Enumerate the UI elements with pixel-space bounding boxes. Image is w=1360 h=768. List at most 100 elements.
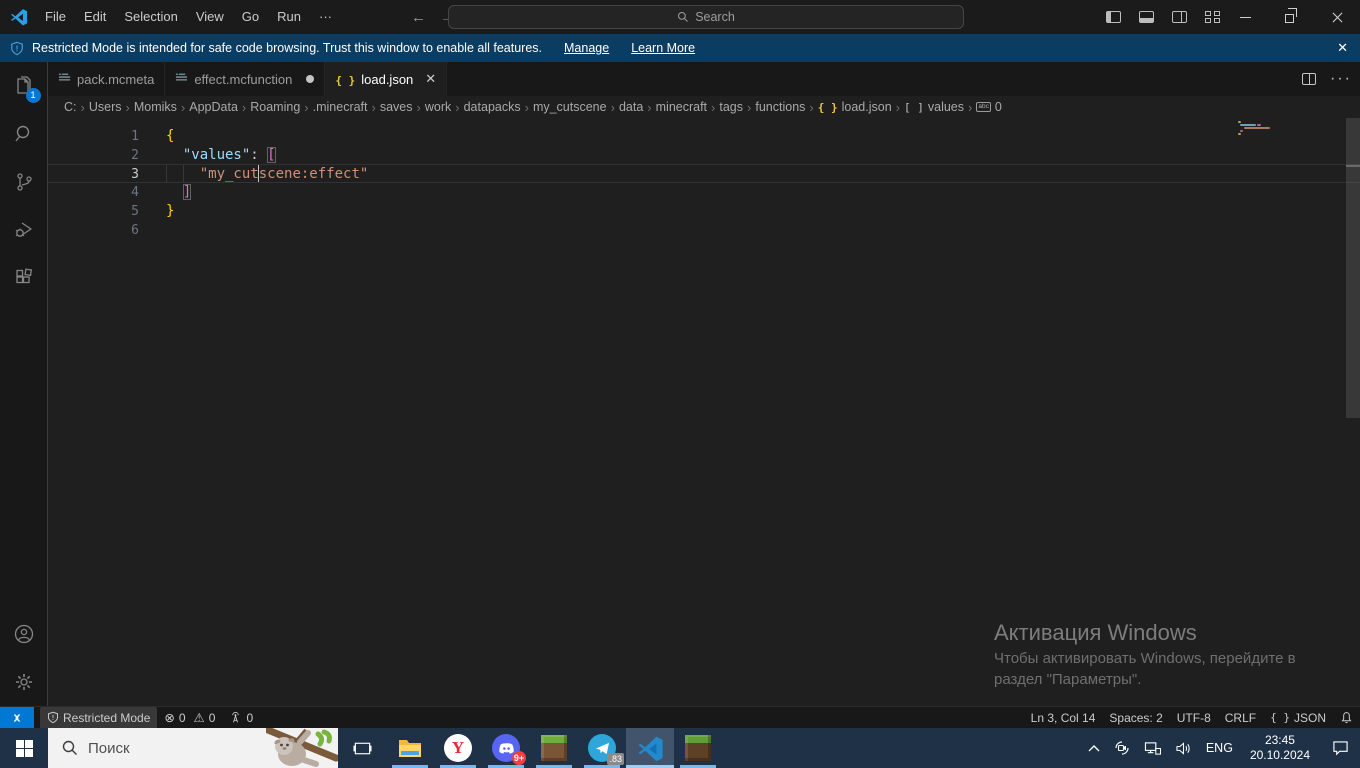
menu-selection[interactable]: Selection (115, 0, 186, 34)
sidebar-item-search[interactable] (0, 110, 48, 158)
tab-close-icon[interactable]: ✕ (425, 71, 436, 87)
menu-view[interactable]: View (187, 0, 233, 34)
settings-button[interactable] (0, 658, 48, 706)
eol-status[interactable]: CRLF (1218, 707, 1263, 729)
editor-more-actions-icon[interactable]: ··· (1330, 70, 1352, 88)
back-arrow-icon[interactable]: ← (411, 9, 426, 26)
taskbar-app-minecraft-2[interactable] (674, 728, 722, 768)
ports-status[interactable]: 0 (222, 707, 260, 729)
encoding-status[interactable]: UTF-8 (1170, 707, 1218, 729)
sidebar-item-source-control[interactable] (0, 158, 48, 206)
breadcrumb-item-data[interactable]: data › (619, 100, 656, 115)
volume-icon[interactable] (1168, 728, 1199, 768)
problems-status[interactable]: ⊗ 0 ⚠ 0 (157, 707, 222, 729)
tab-pack.mcmeta[interactable]: pack.mcmeta (48, 62, 166, 96)
clock[interactable]: 23:45 20.10.2024 (1240, 728, 1320, 768)
toggle-panel-icon[interactable] (1139, 11, 1154, 23)
restricted-mode-status[interactable]: Restricted Mode (40, 706, 158, 729)
taskbar-app-telegram[interactable]: .83 (578, 728, 626, 768)
breadcrumb-item-C[interactable]: C: › (64, 100, 89, 115)
breadcrumb-item-tags[interactable]: tags › (719, 100, 755, 115)
search-icon (678, 11, 689, 22)
chevron-right-icon: › (524, 99, 529, 115)
tab-effect.mcfunction[interactable]: effect.mcfunction (165, 62, 326, 96)
code-line-4[interactable]: 4 ] (48, 183, 1360, 202)
language-status[interactable]: { } JSON (1263, 707, 1333, 729)
cursor-position-status[interactable]: Ln 3, Col 14 (1024, 707, 1103, 729)
tab-label: pack.mcmeta (77, 71, 155, 87)
breadcrumb-item-Roaming[interactable]: Roaming › (250, 100, 312, 115)
indentation-status[interactable]: Spaces: 2 (1102, 707, 1169, 729)
watermark-line1: Чтобы активировать Windows, перейдите в (994, 650, 1296, 667)
taskbar-app-minecraft[interactable] (530, 728, 578, 768)
sidebar-item-run-debug[interactable] (0, 206, 48, 254)
sidebar-item-explorer[interactable]: 1 (0, 62, 48, 110)
sidebar-item-extensions[interactable] (0, 254, 48, 302)
breadcrumb-item-my_cutscene[interactable]: my_cutscene › (533, 100, 619, 115)
line-number: 2 (131, 148, 139, 163)
banner-text: Restricted Mode is intended for safe cod… (32, 41, 542, 55)
breadcrumb-item-datapacks[interactable]: datapacks › (464, 100, 533, 115)
editor-scrollbar[interactable] (1346, 118, 1360, 706)
taskbar-app-file-explorer[interactable] (386, 728, 434, 768)
breadcrumb-item-Users[interactable]: Users › (89, 100, 134, 115)
tray-chevron-icon[interactable] (1081, 728, 1107, 768)
minimap[interactable] (1236, 118, 1346, 318)
network-icon[interactable] (1137, 728, 1168, 768)
breadcrumb: C: › Users › Momiks › AppData › Roaming › .minecra… (48, 96, 1360, 118)
breadcrumb-item-AppData[interactable]: AppData › (189, 100, 250, 115)
menu-[interactable]: ··· (310, 0, 341, 34)
code-line-2[interactable]: 2 "values": [ (48, 146, 1360, 165)
remote-indicator[interactable] (0, 706, 34, 729)
customize-layout-icon[interactable] (1205, 11, 1220, 23)
error-icon: ⊗ (164, 711, 175, 725)
code-line-1[interactable]: 1{ (48, 127, 1360, 146)
code-editor[interactable]: 1{2 "values": [3 "my_cutscene:effect" 4 ]… (48, 118, 1360, 706)
menu-edit[interactable]: Edit (75, 0, 115, 34)
toggle-secondary-sidebar-icon[interactable] (1172, 11, 1187, 23)
accounts-button[interactable] (0, 610, 48, 658)
taskbar-search[interactable]: Поиск (48, 728, 338, 768)
action-center-icon[interactable] (1320, 728, 1360, 768)
chevron-right-icon: › (647, 99, 652, 115)
breadcrumb-item-.minecraft[interactable]: .minecraft › (313, 100, 380, 115)
code-line-6[interactable]: 6 (48, 221, 1360, 240)
breadcrumb-item-0[interactable]: abc 0 (976, 100, 1002, 114)
banner-close-icon[interactable]: ✕ (1337, 40, 1348, 56)
tab-load.json[interactable]: { } load.json ✕ (325, 62, 448, 96)
learn-more-link[interactable]: Learn More (631, 41, 695, 55)
menu-go[interactable]: Go (233, 0, 268, 34)
manage-link[interactable]: Manage (564, 41, 609, 55)
code-line-3[interactable]: 3 "my_cutscene:effect" (48, 164, 1360, 183)
breadcrumb-item-Momiks[interactable]: Momiks › (134, 100, 189, 115)
code-line-5[interactable]: 5} (48, 202, 1360, 221)
windows-logo-icon (15, 739, 33, 757)
close-button[interactable] (1314, 0, 1360, 34)
titlebar: FileEditSelectionViewGoRun··· ← → Search (0, 0, 1360, 34)
meet-now-icon[interactable] (1107, 728, 1137, 768)
breadcrumb-item-load.json[interactable]: { } load.json › (818, 100, 904, 115)
taskbar-search-placeholder: Поиск (88, 739, 130, 757)
window-controls (1222, 0, 1360, 34)
start-button[interactable] (0, 728, 48, 768)
split-editor-icon[interactable] (1302, 73, 1317, 85)
menu-file[interactable]: File (36, 0, 75, 34)
taskbar-app-discord[interactable]: 9+ (482, 728, 530, 768)
taskbar-app-yandex[interactable]: Y (434, 728, 482, 768)
breadcrumb-item-work[interactable]: work › (425, 100, 464, 115)
breadcrumb-item-values[interactable]: [ ] values › (904, 100, 976, 115)
restore-button[interactable] (1268, 0, 1314, 34)
breadcrumb-item-minecraft[interactable]: minecraft › (656, 100, 720, 115)
breadcrumb-item-saves[interactable]: saves › (380, 100, 425, 115)
toggle-sidebar-icon[interactable] (1106, 11, 1121, 23)
taskbar-app-vscode[interactable] (626, 728, 674, 768)
language-indicator[interactable]: ENG (1199, 728, 1240, 768)
command-center-search[interactable]: Search (448, 5, 964, 29)
modified-dot-icon[interactable] (306, 75, 315, 83)
task-view-button[interactable] (338, 728, 386, 768)
minimize-button[interactable] (1222, 0, 1268, 34)
notifications-bell[interactable] (1333, 707, 1360, 729)
breadcrumb-item-functions[interactable]: functions › (755, 100, 817, 115)
menu-run[interactable]: Run (268, 0, 310, 34)
radio-tower-icon (232, 712, 240, 723)
